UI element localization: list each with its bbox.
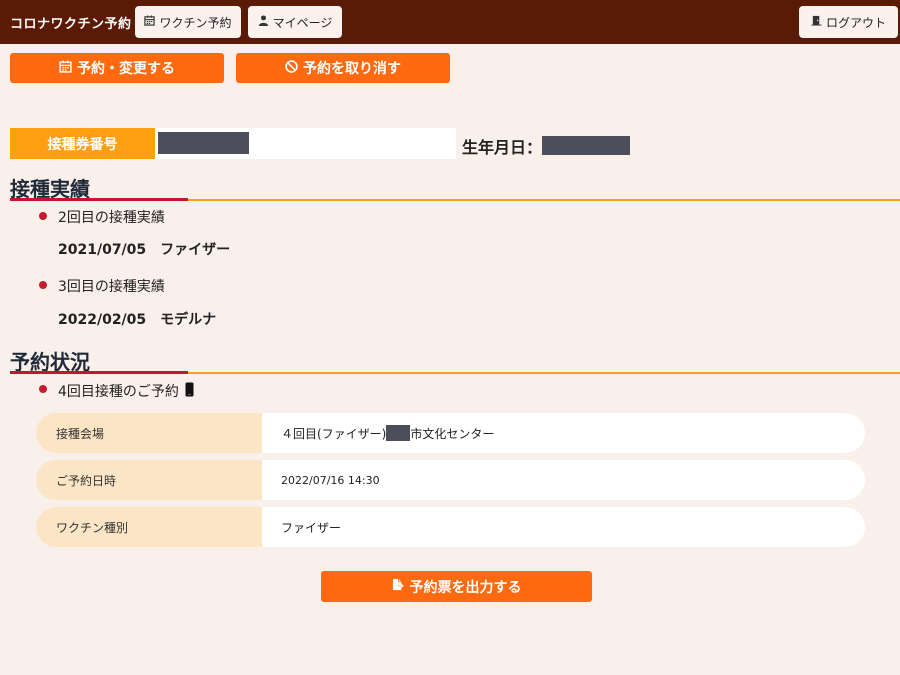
history-item-detail: 2022/02/05 モデルナ (58, 309, 216, 329)
dob-redacted (542, 136, 630, 155)
vaccine-reserve-button[interactable]: ワクチン予約 (135, 6, 241, 38)
row-value: ファイザー (281, 520, 342, 535)
mypage-button[interactable]: マイページ (248, 6, 342, 38)
logout-button[interactable]: ログアウト (799, 6, 898, 38)
venue-redacted (386, 425, 411, 441)
history-item-title: 3回目の接種実績 (58, 279, 165, 295)
ticket-number-redacted (158, 132, 249, 154)
history-item-date: 2022/02/05 (58, 312, 147, 328)
reservation-row-vaccine-type: ワクチン種別 ファイザー (36, 507, 865, 547)
print-ticket-button[interactable]: 予約票を出力する (321, 571, 592, 602)
row-label: 接種会場 (36, 413, 262, 453)
history-item-detail: 2021/07/05 ファイザー (58, 239, 230, 259)
reserve-change-button[interactable]: 予約・変更する (10, 53, 224, 83)
top-header: コロナワクチン予約 ワクチン予約 マイページ ログアウト (0, 0, 900, 44)
ban-icon (285, 59, 298, 77)
cancel-reservation-button[interactable]: 予約を取り消す (236, 53, 450, 83)
bullet-dot (39, 281, 47, 289)
dob-label: 生年月日： (462, 138, 543, 157)
history-item-date: 2021/07/05 (58, 242, 147, 258)
history-item-vaccine: ファイザー (160, 242, 231, 258)
calendar-icon (59, 60, 72, 77)
user-icon (258, 15, 269, 29)
history-item-title: 2回目の接種実績 (58, 210, 165, 226)
bullet-dot (39, 212, 47, 220)
row-value: ４回目(ファイザー) 市文化センター (281, 413, 494, 453)
file-export-icon (392, 578, 405, 595)
logout-label: ログアウト (825, 15, 886, 30)
reserve-change-label: 予約・変更する (77, 61, 175, 77)
history-item-vaccine: モデルナ (160, 312, 217, 328)
row-label: ご予約日時 (36, 460, 262, 500)
cancel-label: 予約を取り消す (303, 61, 401, 77)
door-exit-icon (811, 15, 822, 29)
ticket-number-field (155, 128, 456, 159)
smartphone-icon (185, 382, 194, 401)
mypage-label: マイページ (272, 15, 333, 30)
reservation-row-venue: 接種会場 ４回目(ファイザー) 市文化センター (36, 413, 865, 453)
calendar-icon (144, 15, 156, 29)
reservation-item-label: 4回目接種のご予約 (58, 384, 179, 400)
vaccine-reserve-label: ワクチン予約 (159, 15, 232, 30)
reservation-item-title: 4回目接種のご予約 (58, 381, 194, 401)
app-title: コロナワクチン予約 (10, 17, 132, 32)
reservation-row-datetime: ご予約日時 2022/07/16 14:30 (36, 460, 865, 500)
ticket-number-label: 接種券番号 (10, 128, 155, 159)
reservation-divider-accent (10, 371, 188, 374)
venue-suffix: 市文化センター (410, 426, 495, 441)
venue-prefix: ４回目(ファイザー) (281, 426, 387, 441)
bullet-dot (39, 385, 47, 393)
history-divider-accent (10, 198, 188, 201)
print-ticket-label: 予約票を出力する (409, 579, 522, 596)
row-label: ワクチン種別 (36, 507, 262, 547)
row-value: 2022/07/16 14:30 (281, 473, 380, 487)
